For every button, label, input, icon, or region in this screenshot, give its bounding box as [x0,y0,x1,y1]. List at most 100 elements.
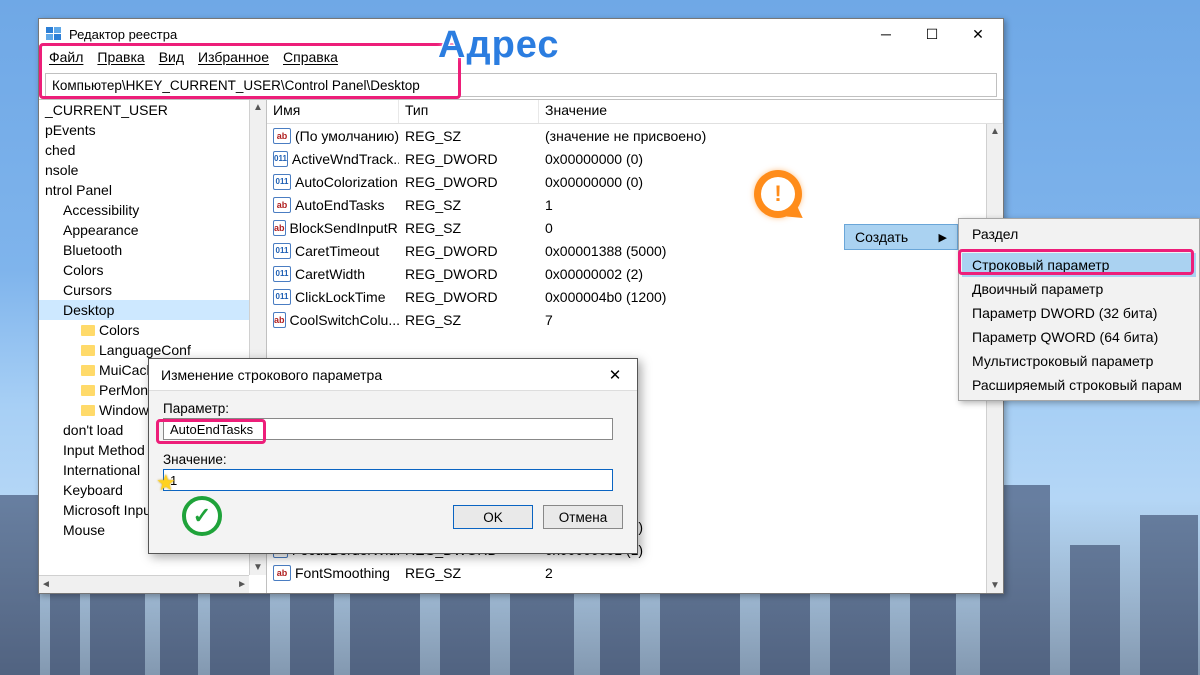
cell-name: 011CaretTimeout [267,243,399,259]
context-menu-item[interactable]: Мультистроковый параметр [962,349,1196,373]
folder-icon [81,365,95,376]
address-bar[interactable] [45,73,997,97]
tree-item-label: Input Method [63,442,145,458]
param-name-input[interactable] [163,418,613,440]
folder-icon [81,385,95,396]
context-menu-item[interactable]: Параметр DWORD (32 бита) [962,301,1196,325]
tree-item[interactable]: Colors [39,320,266,340]
list-row[interactable]: 011ActiveWndTrack...REG_DWORD0x00000000 … [267,147,1003,170]
list-row[interactable]: 011AutoColorizationREG_DWORD0x00000000 (… [267,170,1003,193]
cell-value: 0x000004b0 (1200) [539,289,1003,305]
cell-value: 0x00000002 (2) [539,266,1003,282]
tree-item[interactable]: Colors [39,260,266,280]
context-menu-item[interactable]: Строковый параметр [962,253,1196,277]
cell-type: REG_DWORD [399,289,539,305]
param-label: Параметр: [163,401,623,416]
menu-file[interactable]: Файл [49,49,83,71]
cell-name: 011ClickLockTime [267,289,399,305]
string-value-icon: ab [273,128,291,144]
dword-value-icon: 011 [273,266,291,282]
maximize-button[interactable]: ☐ [909,19,955,49]
string-value-icon: ab [273,312,286,328]
tree-item-label: ntrol Panel [45,182,112,198]
cell-name: 011CaretWidth [267,266,399,282]
tree-item-label: Mouse [63,522,105,538]
cell-value: (значение не присвоено) [539,128,1003,144]
list-header[interactable]: Имя Тип Значение [267,100,1003,124]
cell-name: abAutoEndTasks [267,197,399,213]
context-menu-item[interactable]: Параметр QWORD (64 бита) [962,325,1196,349]
list-row[interactable]: abCoolSwitchColu...REG_SZ7 [267,308,1003,331]
menu-help[interactable]: Справка [283,49,338,71]
dialog-close-button[interactable]: ✕ [601,363,629,387]
value-label: Значение: [163,452,623,467]
cell-type: REG_SZ [399,128,539,144]
folder-icon [81,345,95,356]
dialog-title: Изменение строкового параметра [161,367,382,383]
list-row[interactable] [267,331,1003,354]
tree-item[interactable]: Appearance [39,220,266,240]
tree-item[interactable]: Bluetooth [39,240,266,260]
list-row[interactable]: abFontSmoothingREG_SZ2 [267,561,1003,584]
string-value-icon: ab [273,220,286,236]
dword-value-icon: 011 [273,243,291,259]
app-icon [45,25,63,43]
tree-item-label: don't load [63,422,123,438]
tree-item[interactable]: Accessibility [39,200,266,220]
context-menu-item[interactable]: Двоичный параметр [962,277,1196,301]
col-type[interactable]: Тип [399,100,539,123]
tree-item[interactable]: pEvents [39,120,266,140]
annotation-check-icon: ✓ [182,496,222,536]
tree-item-label: Cursors [63,282,112,298]
menu-view[interactable]: Вид [159,49,184,71]
tree-item[interactable]: ntrol Panel [39,180,266,200]
submenu-arrow-icon: ▶ [939,231,947,244]
cell-name: abCoolSwitchColu... [267,312,399,328]
tree-item[interactable]: nsole [39,160,266,180]
list-row[interactable]: ab(По умолчанию)REG_SZ(значение не присв… [267,124,1003,147]
context-menu-item[interactable]: Расширяемый строковый парам [962,373,1196,397]
tree-item-label: Colors [99,322,139,338]
tree-item-label: nsole [45,162,78,178]
cell-type: REG_SZ [399,312,539,328]
cancel-button[interactable]: Отмена [543,505,623,529]
tree-item-label: International [63,462,140,478]
dword-value-icon: 011 [273,174,291,190]
context-menu-item[interactable]: Раздел [962,222,1196,246]
minimize-button[interactable]: ─ [863,19,909,49]
annotation-callout-icon: ! [754,170,810,226]
cell-name: abBlockSendInputR... [267,220,399,236]
list-row[interactable]: 011CaretWidthREG_DWORD0x00000002 (2) [267,262,1003,285]
col-value[interactable]: Значение [539,100,1003,123]
context-parent-new[interactable]: Создать ▶ [844,224,958,250]
tree-item-label: LanguageConf [99,342,191,358]
cell-value: 0x00000000 (0) [539,151,1003,167]
tree-item[interactable]: Cursors [39,280,266,300]
tree-item-label: pEvents [45,122,96,138]
menu-edit[interactable]: Правка [97,49,144,71]
tree-item[interactable]: ched [39,140,266,160]
cell-name: 011ActiveWndTrack... [267,151,399,167]
ok-button[interactable]: OK [453,505,533,529]
list-row[interactable]: abAutoEndTasksREG_SZ1 [267,193,1003,216]
close-button[interactable]: ✕ [955,19,1001,49]
tree-item[interactable]: Desktop [39,300,266,320]
list-row[interactable]: 011ClickLockTimeREG_DWORD0x000004b0 (120… [267,285,1003,308]
context-menu-new: Раздел Строковый параметрДвоичный парамет… [958,218,1200,401]
tree-item[interactable]: _CURRENT_USER [39,100,266,120]
cell-type: REG_DWORD [399,174,539,190]
string-value-icon: ab [273,197,291,213]
col-name[interactable]: Имя [267,100,399,123]
cell-type: REG_DWORD [399,151,539,167]
cell-name: abFontSmoothing [267,565,399,581]
tree-item[interactable]: LanguageConf [39,340,266,360]
value-input[interactable] [163,469,613,491]
tree-item-label: Colors [63,262,103,278]
annotation-star-icon: ★ [156,470,176,496]
dword-value-icon: 011 [273,151,288,167]
folder-icon [81,405,95,416]
tree-hscrollbar[interactable]: ◄► [39,575,249,593]
annotation-address-label: Адрес [438,24,560,67]
tree-item-label: Bluetooth [63,242,122,258]
menu-favorites[interactable]: Избранное [198,49,269,71]
